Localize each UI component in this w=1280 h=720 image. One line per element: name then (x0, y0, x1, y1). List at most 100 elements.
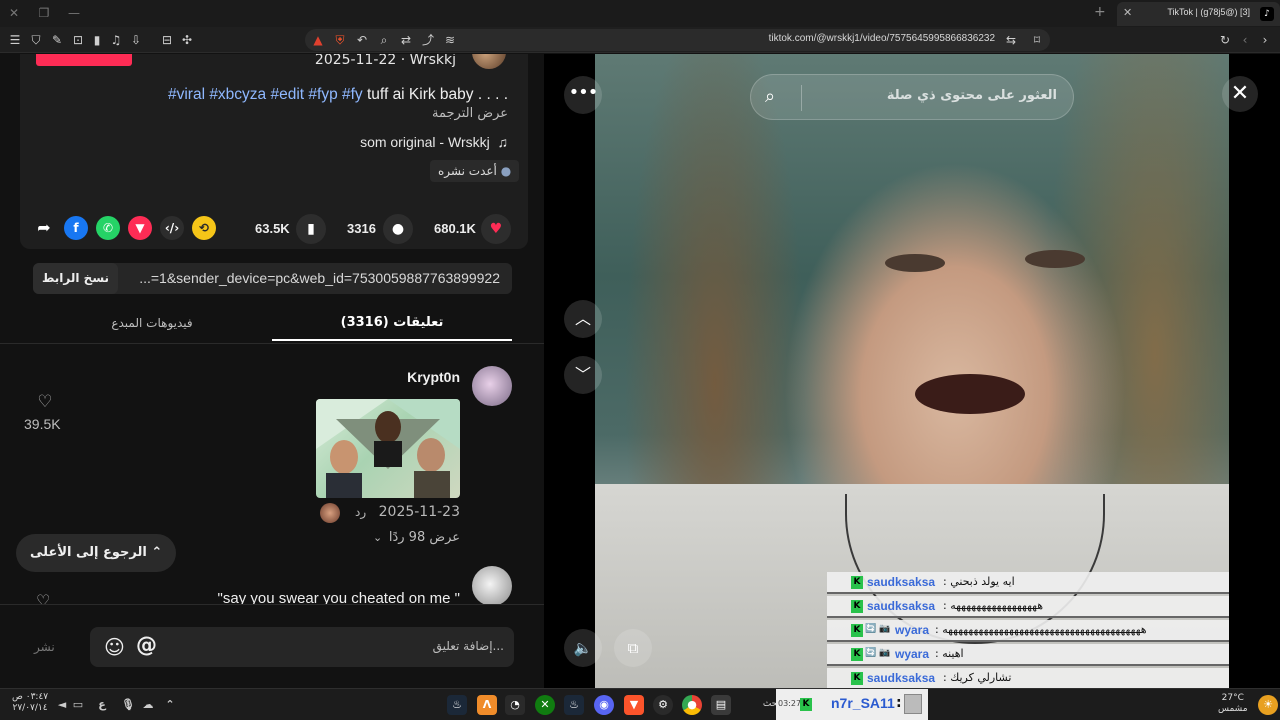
close-tab-icon[interactable]: ✕ (1123, 6, 1132, 19)
view-replies-link[interactable]: عرض 98 ردًا (389, 530, 460, 545)
clock-date: ٢٧/٠٧/١٤ (12, 703, 48, 713)
back-icon[interactable]: ‹ (1236, 31, 1254, 49)
minimize-window-icon[interactable]: — (64, 4, 84, 22)
follow-button-edge[interactable] (36, 54, 132, 66)
share-arrow-icon[interactable]: ➦ (32, 216, 56, 240)
reload-icon[interactable]: ↻ (1216, 31, 1234, 49)
facebook-icon[interactable]: f (64, 216, 88, 240)
video-player[interactable]: Ksaudksaksa: ايه يولد ذبحني Ksaudksaksa: … (595, 54, 1229, 688)
send-to-friend-icon[interactable]: ▼ (128, 216, 152, 240)
copy-link-button[interactable]: نسخ الرابط (33, 263, 118, 294)
next-video-button[interactable]: ﹀ (564, 356, 602, 394)
post-comment-button[interactable]: نشر (34, 640, 55, 654)
music-link[interactable]: som original - Wrskkj ♫ (360, 134, 508, 150)
chrome-app-icon[interactable]: ● (682, 695, 702, 715)
picture-in-picture-button[interactable]: ⧉ (614, 629, 652, 667)
commenter-username[interactable]: Krypt0n (407, 369, 460, 385)
steam-app-icon-2[interactable]: ♨ (564, 695, 584, 715)
reply-button[interactable]: رد (355, 505, 366, 519)
back-history-icon[interactable]: ↶ (353, 31, 371, 49)
close-window-icon[interactable]: ✕ (4, 4, 24, 22)
comment-image[interactable] (316, 399, 460, 498)
brave-app-icon[interactable]: ▼ (624, 695, 644, 715)
brave-shield-icon[interactable]: ⛨ (331, 31, 349, 49)
shield-icon[interactable]: ⛉ (27, 31, 45, 49)
weather-widget[interactable]: 27°C مشمس (1218, 693, 1248, 715)
site-settings-icon[interactable]: ⇆ (1002, 31, 1020, 49)
brave-rewards-icon[interactable]: ▲ (309, 31, 327, 49)
back-to-top-button[interactable]: الرجوع إلى الأعلى ⌃ (16, 534, 177, 572)
extension-icon[interactable]: ✎ (48, 31, 66, 49)
cloud-tray-icon[interactable]: ☁ (138, 695, 158, 715)
commenter-avatar[interactable] (472, 366, 512, 406)
chevron-up-tray-icon[interactable]: ⌃ (160, 695, 180, 715)
clock[interactable]: ٠٣:٤٧ ص ٢٧/٠٧/١٤ (12, 692, 48, 714)
close-icon: ✕ (1230, 81, 1250, 106)
comment-like-heart-icon[interactable]: ♡ (35, 392, 55, 412)
xbox-app-icon[interactable]: ✕ (535, 695, 555, 715)
clock-time: ٠٣:٤٧ ص (12, 692, 49, 702)
chat-row: Ksaudksaksa: تشارلي كريك (827, 668, 1229, 688)
mention-icon[interactable]: @ (136, 633, 157, 657)
taskbar-search[interactable]: بحث (740, 694, 780, 714)
previous-video-button[interactable]: ︿ (564, 300, 602, 338)
see-translation-link[interactable]: عرض الترجمة (432, 106, 508, 121)
browser-tab[interactable]: ✕ TikTok | (g78j5@) [3] ♪ (1117, 2, 1280, 26)
restore-window-icon[interactable]: ❐ (34, 4, 54, 22)
video-frame-eye (885, 254, 945, 272)
network-tray-icon[interactable]: ▭ (68, 695, 88, 715)
download-icon[interactable]: ⇩ (127, 31, 145, 49)
related-search-bar[interactable]: ⌕ العثور على محتوى ذي صلة (750, 74, 1074, 120)
music-icon[interactable]: ♫ (107, 31, 125, 49)
whatsapp-icon[interactable]: ✆ (96, 216, 120, 240)
reposted-badge[interactable]: أعدت نشره ● (430, 160, 520, 182)
music-title: som original - Wrskkj (360, 134, 490, 150)
tab-creator-videos[interactable]: فيديوهات المبدع (32, 305, 272, 341)
volume-button[interactable]: 🔈 (564, 629, 602, 667)
caption-hashtags[interactable]: #viral #xbcyza #edit #fyp #fy (168, 86, 363, 103)
tiktok-favicon-icon: ♪ (1260, 7, 1274, 21)
pip-icon: ⧉ (627, 639, 639, 657)
save-button[interactable]: ▮ (296, 214, 326, 244)
share-icon[interactable]: ⤴ (419, 31, 437, 49)
language-indicator[interactable]: ع (92, 695, 112, 715)
chat-timestamp: 03:27 (778, 699, 802, 708)
repost-icon[interactable]: ⟲ (192, 216, 216, 240)
forward-icon[interactable]: › (1256, 31, 1274, 49)
comment-button[interactable]: ● (383, 214, 413, 244)
embed-icon[interactable]: ‹/› (160, 216, 184, 240)
like-button[interactable]: ♥ (481, 214, 511, 244)
more-options-button[interactable]: ••• (564, 76, 602, 114)
share-link-text[interactable]: ...=1&sender_device=pc&web_id=7530059887… (139, 270, 500, 286)
discord-app-icon[interactable]: ◉ (594, 695, 614, 715)
url-text: tiktok.com/@wrskkj1/video/75756459958668… (768, 33, 995, 44)
reader-icon[interactable]: ≋ (441, 31, 459, 49)
app-icon-clock[interactable]: ◔ (505, 695, 525, 715)
commenter-avatar-2[interactable] (472, 566, 512, 606)
emoji-icon[interactable]: ☺ (104, 635, 125, 659)
search-icon[interactable]: ⌕ (765, 86, 775, 107)
new-tab-icon[interactable]: + (1094, 4, 1106, 20)
video-frame-eye (1025, 250, 1085, 268)
chat-badges: 🔄 📷 (865, 648, 891, 658)
kick-badge-icon: K (851, 576, 863, 589)
window-app-icon[interactable]: ▤ (711, 695, 731, 715)
menu-icon[interactable]: ☰ (6, 31, 24, 49)
puzzle-icon[interactable]: ✣ (178, 31, 196, 49)
screenshot-icon[interactable]: ⊟ (158, 31, 176, 49)
close-video-button[interactable]: ✕ (1222, 76, 1258, 112)
mic-tray-icon[interactable]: 🎙 (118, 695, 138, 715)
bookmark-icon[interactable]: ⌑ (1028, 31, 1046, 49)
os-taskbar: ٠٣:٤٧ ص ٢٧/٠٧/١٤ ◄ ▭ ع 🎙 ☁ ⌃ ♨ Λ ◔ ✕ ♨ ◉… (0, 688, 1280, 720)
steelseries-app-icon[interactable]: ⚙ (653, 695, 673, 715)
comment-input[interactable]: ☺ @ إضافة تعليق... (90, 627, 514, 667)
app-icon-orange[interactable]: Λ (477, 695, 497, 715)
translate-icon[interactable]: ⇄ (397, 31, 415, 49)
tab-comments[interactable]: تعليقات (3316) (272, 305, 512, 341)
steam-app-icon[interactable]: ♨ (447, 695, 467, 715)
address-bar[interactable]: ▲ ⛨ ↶ ⌕ ⇄ ⤴ ≋ tiktok.com/@wrskkj1/video/… (305, 29, 1050, 51)
search-page-icon[interactable]: ⌕ (375, 31, 393, 49)
sidebar-icon[interactable]: ▮ (88, 31, 106, 49)
bookmarks-icon[interactable]: ⊡ (69, 31, 87, 49)
kick-badge-icon: K (851, 648, 863, 661)
